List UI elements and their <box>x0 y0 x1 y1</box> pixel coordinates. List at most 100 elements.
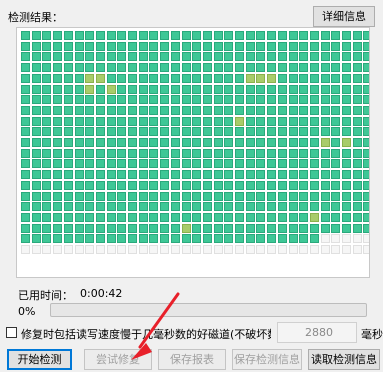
disk-block <box>95 116 105 126</box>
disk-block <box>149 127 159 137</box>
disk-block <box>149 105 159 115</box>
disk-block <box>288 95 298 105</box>
save-info-button[interactable]: 保存检测信息 <box>232 349 302 370</box>
disk-block <box>202 138 212 147</box>
disk-block <box>31 159 41 169</box>
disk-block <box>181 105 191 115</box>
disk-block <box>256 180 266 190</box>
disk-block <box>106 148 116 158</box>
disk-block <box>320 127 330 137</box>
disk-block <box>245 31 255 40</box>
disk-block <box>53 127 63 137</box>
read-info-button[interactable]: 读取检测信息 <box>308 349 380 370</box>
disk-block <box>277 159 287 169</box>
disk-block <box>309 73 319 83</box>
disk-block <box>299 191 309 201</box>
disk-block <box>170 234 180 244</box>
disk-block <box>128 234 137 244</box>
disk-block <box>320 245 330 254</box>
disk-block <box>63 127 73 137</box>
disk-block <box>128 127 137 137</box>
disk-block <box>31 223 41 233</box>
disk-block <box>320 148 330 158</box>
start-check-button[interactable]: 开始检测 <box>7 349 72 370</box>
result-label: 检测结果： <box>8 11 63 24</box>
disk-block <box>267 116 277 126</box>
disk-block <box>342 31 351 40</box>
disk-block <box>352 223 362 233</box>
disk-block <box>160 223 170 233</box>
disk-block <box>245 245 255 254</box>
disk-block <box>224 223 234 233</box>
disk-block <box>138 31 148 40</box>
disk-block <box>85 84 95 94</box>
disk-block <box>342 63 351 73</box>
disk-block <box>245 212 255 222</box>
disk-block <box>202 223 212 233</box>
disk-block <box>138 223 148 233</box>
disk-block <box>138 127 148 137</box>
disk-block <box>235 202 244 212</box>
disk-block <box>309 170 319 180</box>
disk-block <box>21 212 30 222</box>
disk-block <box>74 95 84 105</box>
disk-block <box>213 191 223 201</box>
disk-block <box>53 191 63 201</box>
disk-block <box>74 105 84 115</box>
disk-block <box>331 31 341 40</box>
disk-block <box>342 245 351 254</box>
disk-block <box>213 138 223 147</box>
disk-block <box>235 63 244 73</box>
disk-block <box>235 73 244 83</box>
disk-block <box>42 202 52 212</box>
disk-block <box>277 245 287 254</box>
disk-block <box>288 116 298 126</box>
threshold-input[interactable]: 2880 <box>277 322 357 343</box>
disk-block <box>138 180 148 190</box>
disk-block <box>21 234 30 244</box>
disk-block <box>63 159 73 169</box>
disk-block <box>363 223 369 233</box>
disk-block <box>342 95 351 105</box>
disk-block <box>106 63 116 73</box>
disk-block <box>267 202 277 212</box>
disk-block <box>181 212 191 222</box>
disk-block <box>320 52 330 62</box>
disk-block <box>74 245 84 254</box>
disk-block <box>63 170 73 180</box>
disk-block <box>117 245 127 254</box>
disk-block <box>128 245 137 254</box>
disk-block <box>245 223 255 233</box>
disk-block <box>192 41 202 51</box>
disk-block <box>181 41 191 51</box>
disk-block <box>363 202 369 212</box>
disk-block <box>181 223 191 233</box>
disk-block <box>235 52 244 62</box>
disk-block <box>245 148 255 158</box>
disk-block <box>245 41 255 51</box>
details-button[interactable]: 详细信息 <box>313 6 375 27</box>
disk-block <box>138 41 148 51</box>
disk-block <box>202 148 212 158</box>
disk-block <box>170 95 180 105</box>
disk-block <box>160 63 170 73</box>
repair-option-checkbox[interactable] <box>6 327 17 338</box>
disk-block <box>160 127 170 137</box>
disk-block <box>320 223 330 233</box>
disk-block <box>267 223 277 233</box>
disk-block <box>245 191 255 201</box>
disk-block <box>309 223 319 233</box>
disk-block <box>138 105 148 115</box>
disk-block <box>235 138 244 147</box>
disk-block <box>128 84 137 94</box>
save-report-button[interactable]: 保存报表 <box>158 349 226 370</box>
disk-block <box>138 212 148 222</box>
disk-block <box>309 84 319 94</box>
disk-block <box>213 212 223 222</box>
try-repair-button[interactable]: 尝试修复 <box>84 349 152 370</box>
disk-block <box>288 41 298 51</box>
disk-block <box>363 170 369 180</box>
disk-block <box>53 116 63 126</box>
disk-block <box>138 84 148 94</box>
disk-block <box>352 180 362 190</box>
